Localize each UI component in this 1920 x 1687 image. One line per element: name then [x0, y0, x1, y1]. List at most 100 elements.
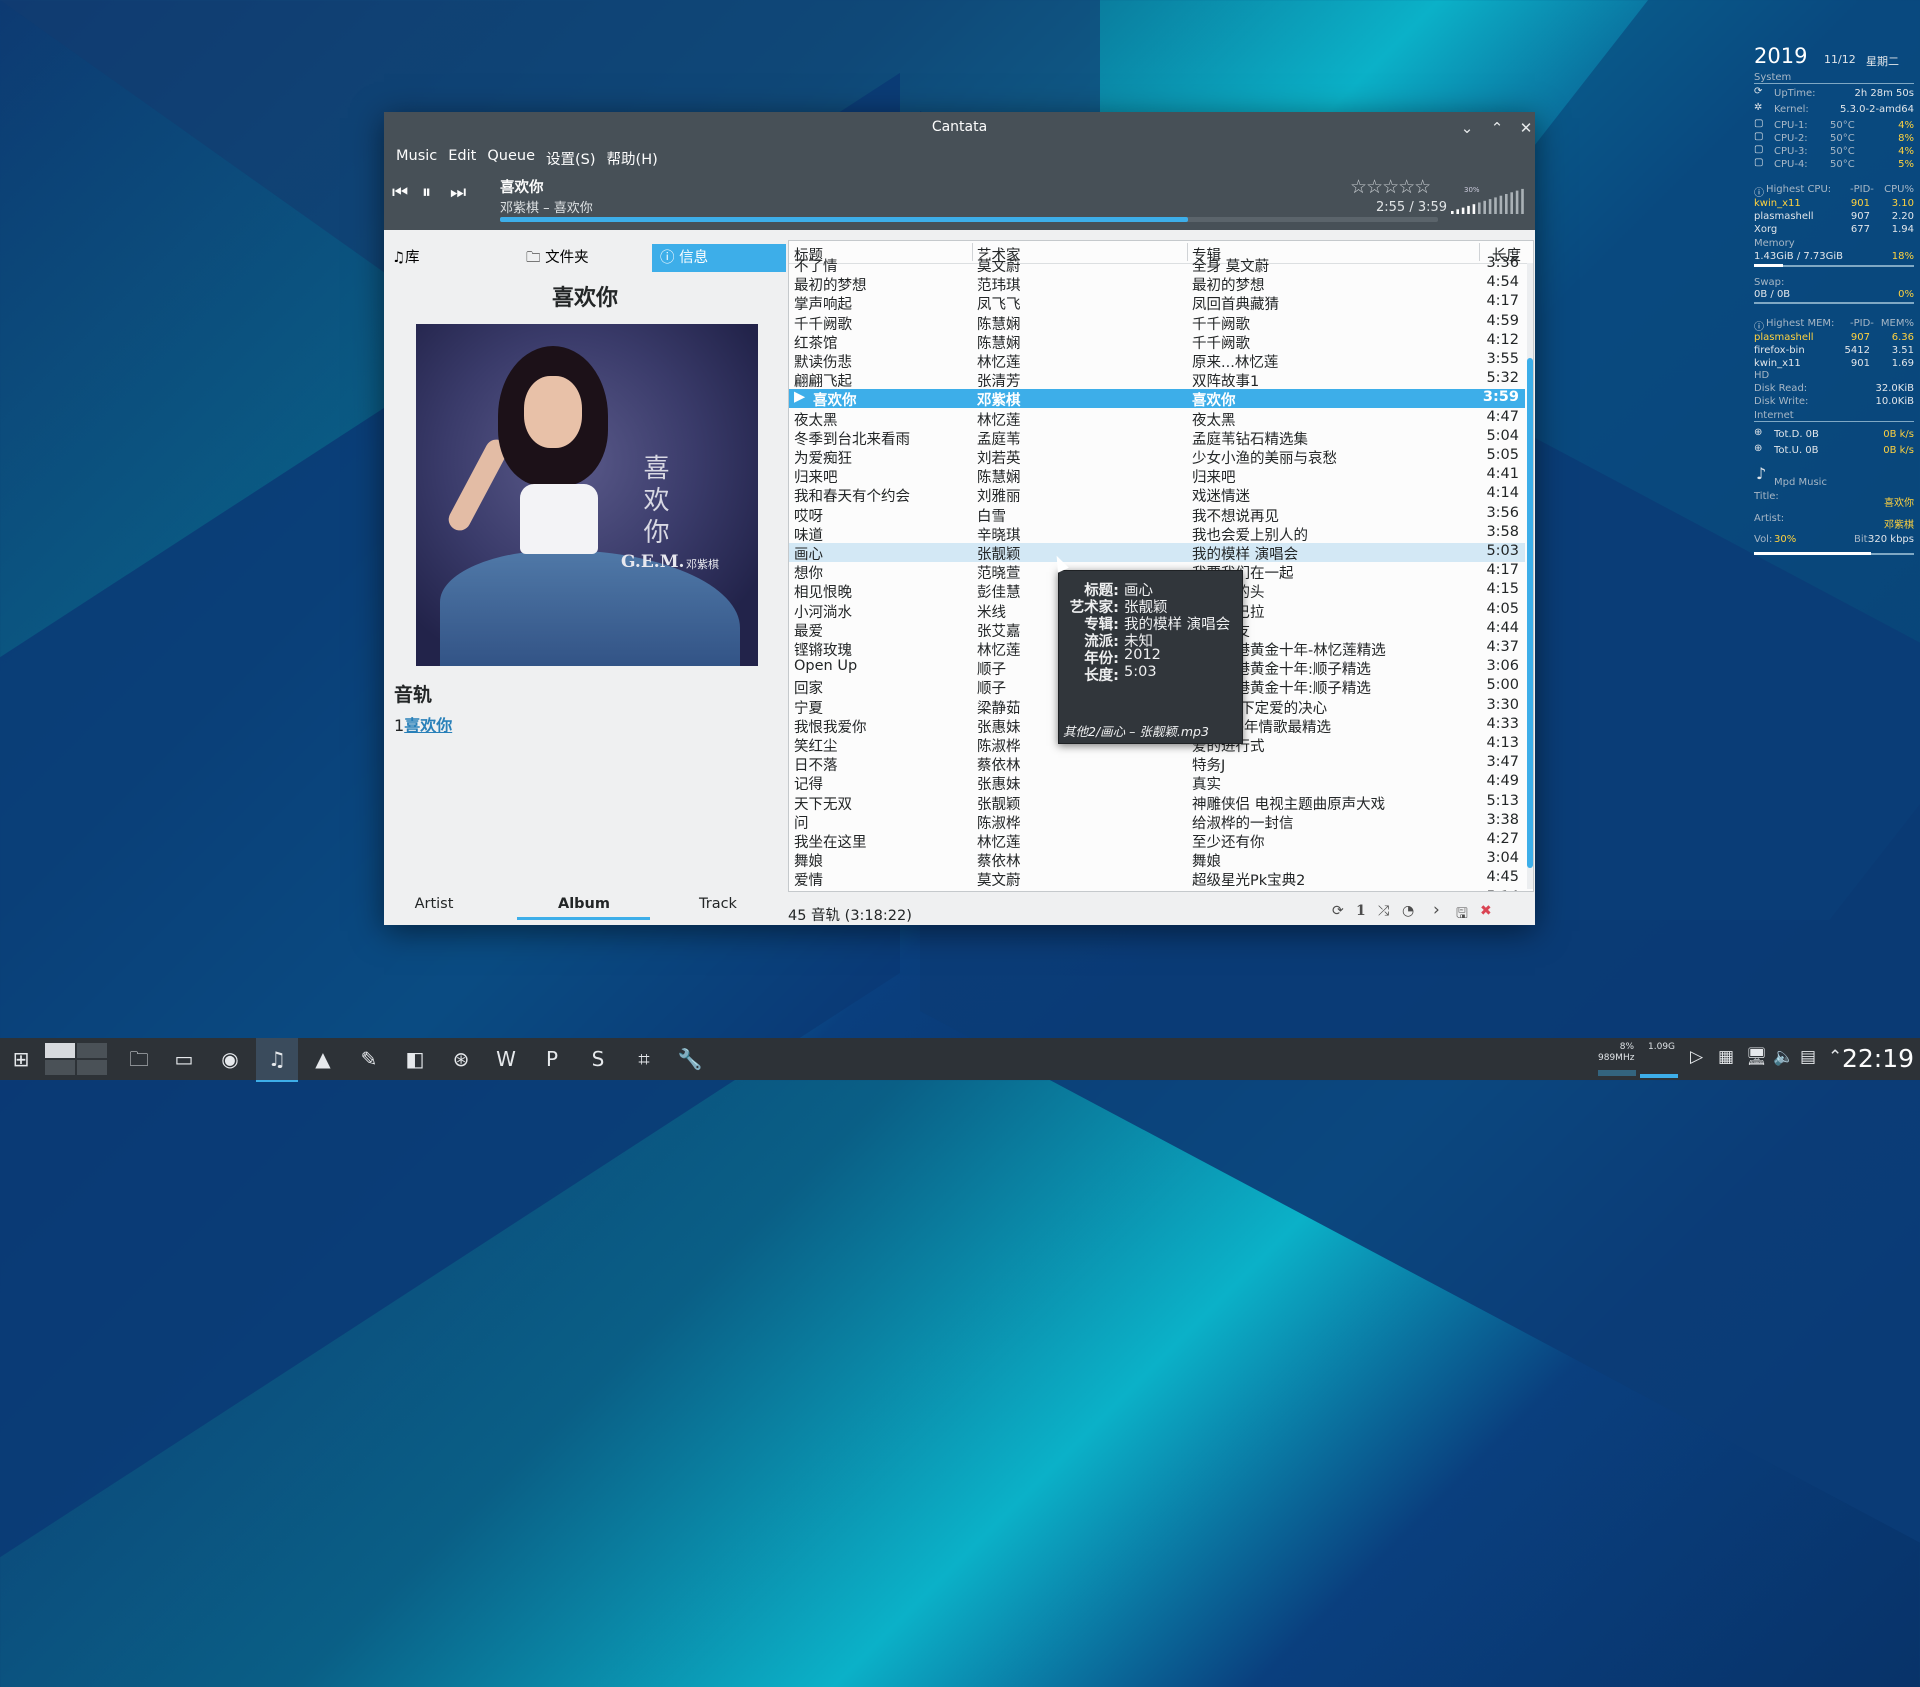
wps-writer-icon[interactable]: W	[485, 1038, 527, 1080]
next-track-icon[interactable]: ⏭	[450, 182, 466, 203]
inkscape-icon[interactable]: ◧	[394, 1038, 436, 1080]
row-artist: 陈慧娴	[977, 335, 1021, 352]
conky-process-pid: 907	[1850, 211, 1870, 222]
queue-row[interactable]: 天下无双 张靓颖 神雕侠侣 电视主题曲原声大戏 5:13	[789, 793, 1525, 813]
scrollbar-thumb[interactable]	[1527, 358, 1533, 868]
shuffle-icon[interactable]: ⤮	[1378, 903, 1389, 919]
menu-music[interactable]: Music	[392, 144, 444, 170]
queue-scrollbar[interactable]	[1527, 263, 1533, 889]
queue-row[interactable]: 味道 辛晓琪 我也会爱上别人的 3:58	[789, 524, 1525, 544]
row-title: 铿锵玫瑰	[794, 643, 852, 659]
maximize-button[interactable]: ⌃	[1487, 118, 1507, 138]
queue-row[interactable]: 冬季到台北来看雨 孟庭苇 孟庭苇钻石精选集 5:04	[789, 428, 1525, 448]
swap-bar-track	[1754, 302, 1914, 304]
volume-tray-icon[interactable]: 🔈	[1773, 1047, 1794, 1067]
file-manager-icon[interactable]: 🗀	[118, 1038, 160, 1080]
desktop-4[interactable]	[76, 1059, 108, 1076]
row-title: 千千阙歌	[794, 316, 852, 333]
queue-row[interactable]: 歌唱 米线 深远的呼唤 5:14	[789, 889, 1525, 891]
desktop-2[interactable]	[76, 1042, 108, 1059]
rating-stars[interactable]: ☆☆☆☆☆	[1350, 176, 1431, 198]
queue-row[interactable]: 千千阙歌 陈慧娴 千千阙歌 4:59	[789, 313, 1525, 333]
tab-artist[interactable]: Artist	[384, 896, 484, 912]
volume-control[interactable]	[1449, 188, 1529, 216]
menu-help[interactable]: 帮助(H)	[603, 144, 665, 170]
terminal-icon[interactable]: ▭	[163, 1038, 205, 1080]
skype-icon[interactable]: S	[577, 1038, 619, 1080]
cantata-music-icon[interactable]: ♫	[256, 1038, 298, 1082]
menu-settings[interactable]: 设置(S)	[542, 144, 603, 170]
row-title: 我恨我爱你	[794, 719, 867, 736]
previous-track-icon[interactable]: ⏮	[392, 182, 408, 203]
close-button[interactable]: ✕	[1516, 118, 1536, 138]
row-title: 画心	[794, 547, 823, 563]
tooltip-value: 2012	[1124, 647, 1161, 663]
tab-album[interactable]: Album	[534, 896, 634, 912]
queue-row[interactable]: 我坐在这里 林忆莲 至少还有你 4:27	[789, 831, 1525, 851]
row-artist: 林忆莲	[977, 412, 1021, 429]
clear-queue-icon[interactable]: ✖	[1480, 903, 1492, 919]
queue-row[interactable]: 默读伤悲 林忆莲 原来...林忆莲 3:55	[789, 351, 1525, 371]
app-launcher-icon[interactable]: ⊞	[0, 1038, 42, 1080]
queue-row[interactable]: 为爱痴狂 刘若英 少女小渔的美丽与哀愁 5:05	[789, 447, 1525, 467]
row-artist: 白雪	[977, 508, 1006, 525]
player-toolbar: ⏮ ⏸ ⏭ 喜欢你 邓紫棋 – 喜欢你 ☆☆☆☆☆ 2:55 / 3:59 30…	[384, 170, 1535, 230]
firefox-icon[interactable]: ◉	[209, 1038, 251, 1080]
row-album: 给淑桦的一封信	[1192, 815, 1294, 832]
settings-tools-icon[interactable]: 🔧	[669, 1038, 711, 1080]
queue-row[interactable]: 翩翩飞起 张清芳 双阵故事1 5:32	[789, 370, 1525, 390]
queue-row[interactable]: 最初的梦想 范玮琪 最初的梦想 4:54	[789, 274, 1525, 294]
queue-row[interactable]: 不了情 莫文蔚 全身 莫文蔚 3:36	[789, 255, 1525, 275]
consume-icon[interactable]: ◔	[1402, 903, 1414, 919]
taskbar-clock[interactable]: 22:19	[1842, 1044, 1914, 1073]
network-tray-icon[interactable]: 🖥	[1746, 1047, 1768, 1067]
tab-track[interactable]: Track	[668, 896, 768, 912]
now-playing-artist-album: 邓紫棋 – 喜欢你	[500, 201, 593, 216]
desktop-1[interactable]	[44, 1042, 76, 1059]
queue-row[interactable]: 画心 张靓颖 我的模样 演唱会 5:03	[789, 543, 1525, 563]
queue-row[interactable]: 红茶馆 陈慧娴 千千阙歌 4:12	[789, 332, 1525, 352]
conky-cpu-value: 4%	[1898, 146, 1914, 157]
repeat-icon[interactable]: ⟳	[1332, 903, 1344, 919]
desktop-pager[interactable]	[44, 1042, 110, 1076]
calendar-tray-icon[interactable]: ▦	[1718, 1047, 1734, 1067]
pause-icon[interactable]: ⏸	[422, 182, 431, 203]
queue-row[interactable]: 问 陈淑桦 给淑桦的一封信 3:38	[789, 812, 1525, 832]
wps-presentation-icon[interactable]: P	[531, 1038, 573, 1080]
single-mode-icon[interactable]: 1	[1356, 903, 1366, 919]
minimize-button[interactable]: ⌄	[1457, 118, 1477, 138]
track-link[interactable]: 喜欢你	[404, 716, 452, 735]
save-icon[interactable]: 🖫	[1456, 903, 1468, 927]
queue-row[interactable]: ▶ 喜欢你 邓紫棋 喜欢你 3:59	[789, 389, 1525, 409]
title-bar[interactable]: Cantata ⌄ ⌃ ✕	[384, 112, 1535, 144]
volume-bar	[1521, 188, 1524, 214]
next-arrow-icon[interactable]: ›	[1433, 900, 1440, 920]
conky-process-name: plasmashell	[1754, 332, 1814, 343]
queue-row[interactable]: 归来吧 陈慧娴 归来吧 4:41	[789, 466, 1525, 486]
queue-row[interactable]: 掌声响起 凤飞飞 凤回首典藏猜 4:17	[789, 293, 1525, 313]
queue-row[interactable]: 夜太黑 林忆莲 夜太黑 4:47	[789, 409, 1525, 429]
queue-row[interactable]: 我和春天有个约会 刘雅丽 戏迷情迷 4:14	[789, 485, 1525, 505]
menu-queue[interactable]: Queue	[483, 144, 542, 170]
queue-row[interactable]: 日不落 蔡依林 特务J 3:47	[789, 754, 1525, 774]
tab-info[interactable]: ⓘ 信息	[652, 244, 786, 272]
queue-row[interactable]: 记得 张惠妹 真实 4:49	[789, 773, 1525, 793]
show-hidden-tray-icon[interactable]: ⌃	[1828, 1047, 1842, 1067]
queue-row[interactable]: 哎呀 白雪 我不想说再见 3:56	[789, 505, 1525, 525]
chromium-icon[interactable]: ⊛	[440, 1038, 482, 1080]
menu-edit[interactable]: Edit	[444, 144, 483, 170]
tab-library[interactable]: ♫库	[384, 244, 512, 272]
seek-bar[interactable]	[500, 217, 1438, 222]
gimp-icon[interactable]: ✎	[348, 1038, 390, 1080]
media-player-tray-icon[interactable]: ▷	[1690, 1047, 1703, 1067]
volume-bar	[1472, 204, 1476, 214]
queue-row[interactable]: 舞娘 蔡依林 舞娘 3:04	[789, 850, 1525, 870]
queue-row[interactable]: 爱情 莫文蔚 超级星光Pk宝典2 4:45	[789, 869, 1525, 889]
tab-folders[interactable]: 🗀 文件夹	[518, 244, 646, 272]
conky-internet-label: Internet	[1754, 410, 1794, 421]
row-length: 4:27	[1486, 831, 1519, 847]
vlc-icon[interactable]: ▲	[302, 1038, 344, 1080]
clipboard-tray-icon[interactable]: ▤	[1800, 1047, 1816, 1067]
desktop-3[interactable]	[44, 1059, 76, 1076]
screenshot-tool-icon[interactable]: ⌗	[623, 1038, 665, 1080]
